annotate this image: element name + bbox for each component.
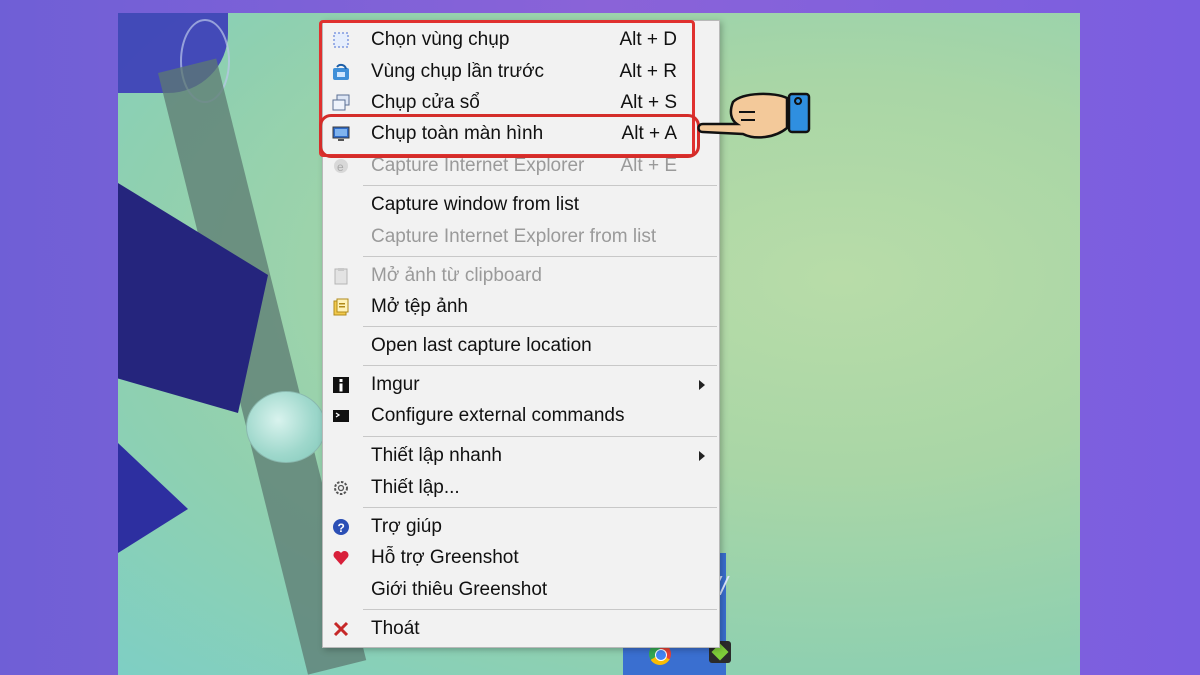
terminal-icon [332,407,350,425]
menu-item-support[interactable]: Hỗ trợ Greenshot [323,542,719,573]
menu-separator [363,256,717,257]
menu-separator [363,365,717,366]
imgur-icon [332,376,350,394]
menu-item-settings[interactable]: Thiết lập... [323,472,719,503]
menu-item-exit[interactable]: Thoát [323,613,719,644]
menu-item-label: Capture Internet Explorer [371,155,585,176]
gear-icon [332,479,350,497]
close-icon [332,620,350,638]
svg-text:?: ? [338,521,345,535]
ie-icon: e [332,157,350,175]
wallpaper-water-drop [246,391,326,463]
menu-item-label: Hỗ trợ Greenshot [371,547,519,568]
menu-item-label: Mở ảnh từ clipboard [371,265,542,286]
open-file-icon [332,298,350,316]
clipboard-icon [332,267,350,285]
menu-item-shortcut: Alt + E [620,155,678,176]
menu-item-label: Capture window from list [371,194,580,215]
menu-separator [363,609,717,610]
menu-item-open-file[interactable]: Mở tệp ảnh [323,291,719,322]
menu-separator [363,185,717,186]
menu-item-label: Imgur [371,374,420,395]
menu-item-capture-ie-list[interactable]: Capture Internet Explorer from list [323,221,719,252]
menu-item-open-clipboard[interactable]: Mở ảnh từ clipboard [323,260,719,291]
menu-item-configure-external-commands[interactable]: Configure external commands [323,400,719,431]
highlight-rounded-box [319,114,700,158]
menu-item-label: Mở tệp ảnh [371,296,468,317]
menu-item-capture-window-list[interactable]: Capture window from list [323,189,719,220]
menu-item-label: Open last capture location [371,335,592,356]
menu-item-open-last-location[interactable]: Open last capture location [323,330,719,361]
menu-item-help[interactable]: ? Trợ giúp [323,511,719,542]
help-icon: ? [332,518,350,536]
submenu-arrow-icon [699,451,705,461]
submenu-arrow-icon [699,380,705,390]
heart-icon [332,549,350,567]
menu-separator [363,326,717,327]
pointing-hand-icon [697,92,811,139]
menu-item-label: Trợ giúp [371,516,442,537]
menu-item-label: Configure external commands [371,405,625,426]
menu-item-label: Thiết lập... [371,477,460,498]
menu-item-label: Thiết lập nhanh [371,445,502,466]
menu-item-quick-settings[interactable]: Thiết lập nhanh [323,440,719,471]
menu-item-label: Giới thiêu Greenshot [371,579,548,600]
menu-item-label: Thoát [371,618,420,639]
menu-separator [363,507,717,508]
menu-separator [363,436,717,437]
menu-item-label: Capture Internet Explorer from list [371,226,657,247]
menu-item-imgur[interactable]: Imgur [323,369,719,400]
wallpaper-petal [118,443,188,553]
menu-item-about[interactable]: Giới thiêu Greenshot [323,574,719,605]
svg-text:e: e [337,160,344,174]
